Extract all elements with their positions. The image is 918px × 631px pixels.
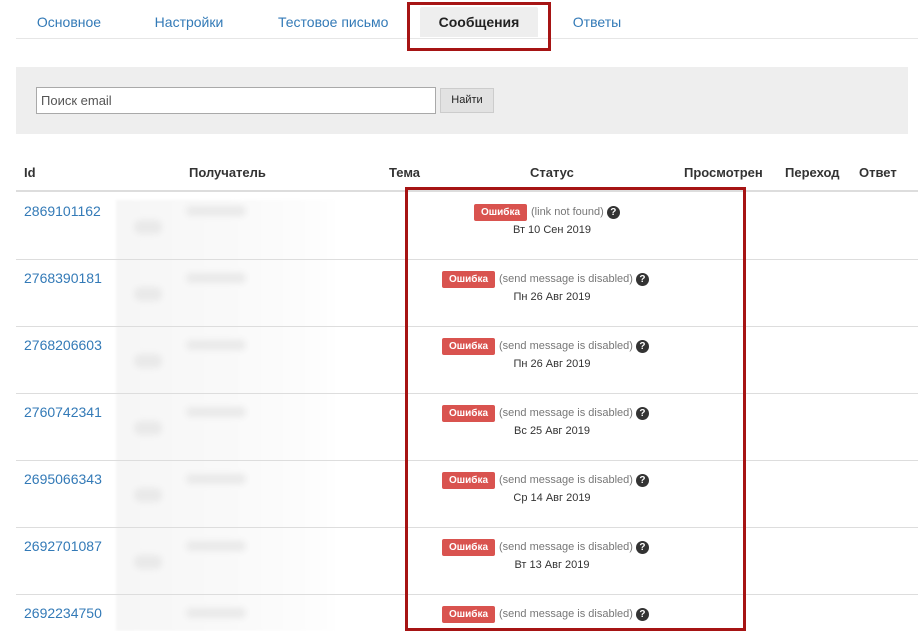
status-reason: (send message is disabled) bbox=[499, 608, 633, 621]
error-badge: Ошибка bbox=[442, 404, 496, 422]
message-id-link[interactable]: 2692234750 bbox=[24, 605, 102, 621]
status-date: Вт 13 Авг 2019 bbox=[514, 559, 590, 571]
status-reason: (send message is disabled) bbox=[499, 541, 633, 554]
column-header-viewed[interactable]: Просмотрен bbox=[684, 165, 763, 180]
search-input[interactable] bbox=[36, 87, 436, 114]
table-row: 2869101162 Ошибка (link not found)? Вт 10… bbox=[16, 193, 918, 260]
table-row: 2692701087 Ошибка (send message is disabl… bbox=[16, 528, 918, 595]
column-header-id[interactable]: Id bbox=[24, 165, 36, 180]
status-cell: Ошибка (send message is disabled)? bbox=[442, 471, 649, 489]
messages-page: Основное Настройки Тестовое письмо Сообщ… bbox=[0, 0, 918, 631]
question-circle-icon[interactable]: ? bbox=[635, 473, 649, 487]
table-row: 2695066343 Ошибка (send message is disabl… bbox=[16, 461, 918, 528]
error-badge: Ошибка bbox=[442, 538, 496, 556]
search-panel: Найти bbox=[16, 67, 908, 134]
search-button[interactable]: Найти bbox=[440, 88, 494, 113]
error-badge: Ошибка bbox=[442, 337, 496, 355]
error-badge: Ошибка bbox=[442, 471, 496, 489]
tab-messages[interactable]: Сообщения bbox=[420, 7, 538, 37]
status-cell: Ошибка (link not found)? bbox=[474, 203, 620, 221]
status-date: Вс 25 Авг 2019 bbox=[514, 425, 590, 437]
message-id-link[interactable]: 2695066343 bbox=[24, 471, 102, 487]
question-circle-icon[interactable]: ? bbox=[635, 607, 649, 621]
status-date: Вт 10 Сен 2019 bbox=[512, 224, 592, 236]
status-reason: (link not found) bbox=[531, 206, 604, 219]
message-id-link[interactable]: 2869101162 bbox=[24, 203, 101, 219]
question-circle-icon[interactable]: ? bbox=[606, 205, 620, 219]
column-header-subject[interactable]: Тема bbox=[389, 165, 420, 180]
status-date: Пн 26 Авг 2019 bbox=[513, 291, 591, 303]
table-header: Id Получатель Тема Статус Просмотрен Пер… bbox=[16, 160, 918, 192]
column-header-recipient[interactable]: Получатель bbox=[189, 165, 266, 180]
question-circle-icon[interactable]: ? bbox=[635, 339, 649, 353]
question-circle-icon[interactable]: ? bbox=[635, 272, 649, 286]
status-cell: Ошибка (send message is disabled)? bbox=[442, 605, 649, 623]
message-id-link[interactable]: 2768390181 bbox=[24, 270, 102, 286]
tab-bar: Основное Настройки Тестовое письмо Сообщ… bbox=[16, 0, 918, 39]
status-date: Пн 26 Авг 2019 bbox=[513, 358, 591, 370]
table-row: 2760742341 Ошибка (send message is disabl… bbox=[16, 394, 918, 461]
status-date: Ср 14 Авг 2019 bbox=[513, 492, 591, 504]
status-reason: (send message is disabled) bbox=[499, 474, 633, 487]
message-id-link[interactable]: 2760742341 bbox=[24, 404, 102, 420]
table-row: 2768206603 Ошибка (send message is disabl… bbox=[16, 327, 918, 394]
error-badge: Ошибка bbox=[474, 203, 528, 221]
column-header-reply[interactable]: Ответ bbox=[859, 165, 897, 180]
status-cell: Ошибка (send message is disabled)? bbox=[442, 337, 649, 355]
status-cell: Ошибка (send message is disabled)? bbox=[442, 404, 649, 422]
status-cell: Ошибка (send message is disabled)? bbox=[442, 270, 649, 288]
tab-test-email[interactable]: Тестовое письмо bbox=[278, 7, 388, 37]
error-badge: Ошибка bbox=[442, 605, 496, 623]
column-header-click[interactable]: Переход bbox=[785, 165, 840, 180]
tab-replies[interactable]: Ответы bbox=[572, 7, 622, 37]
table-row: 2692234750 Ошибка (send message is disabl… bbox=[16, 595, 918, 631]
question-circle-icon[interactable]: ? bbox=[635, 540, 649, 554]
message-id-link[interactable]: 2768206603 bbox=[24, 337, 102, 353]
table-row: 2768390181 Ошибка (send message is disabl… bbox=[16, 260, 918, 327]
status-reason: (send message is disabled) bbox=[499, 273, 633, 286]
message-id-link[interactable]: 2692701087 bbox=[24, 538, 102, 554]
tab-main[interactable]: Основное bbox=[36, 7, 102, 37]
column-header-status[interactable]: Статус bbox=[530, 165, 574, 180]
question-circle-icon[interactable]: ? bbox=[635, 406, 649, 420]
error-badge: Ошибка bbox=[442, 270, 496, 288]
status-reason: (send message is disabled) bbox=[499, 407, 633, 420]
status-cell: Ошибка (send message is disabled)? bbox=[442, 538, 649, 556]
tab-settings[interactable]: Настройки bbox=[154, 7, 224, 37]
status-reason: (send message is disabled) bbox=[499, 340, 633, 353]
